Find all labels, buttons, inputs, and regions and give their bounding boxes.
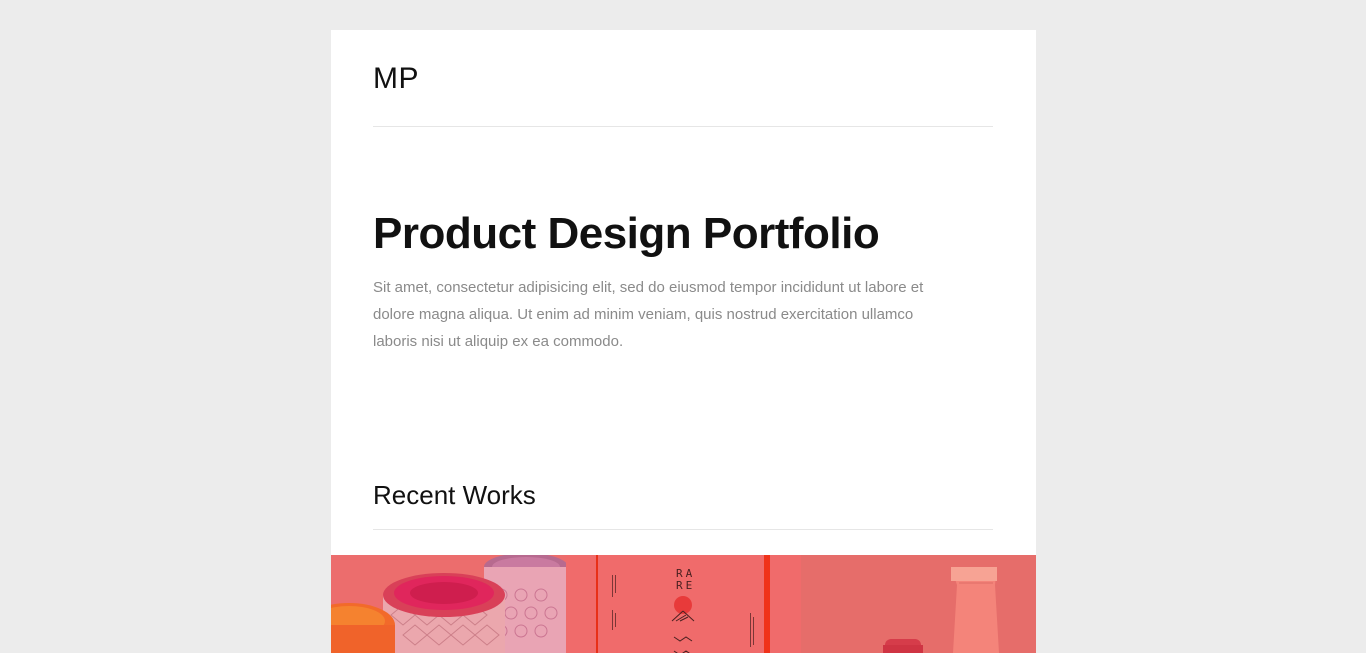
work-bottle-packaging[interactable]	[801, 555, 1036, 653]
hero-description: Sit amet, consectetur adipisicing elit, …	[373, 279, 924, 350]
work-rare-poster[interactable]: RA RE	[566, 555, 801, 653]
work-packaging-cans[interactable]	[331, 555, 566, 653]
rare-poster-image: RA RE	[566, 555, 801, 653]
poster-text-re: RE	[676, 579, 695, 592]
site-logo[interactable]: MP	[373, 61, 419, 97]
cans-image	[331, 555, 566, 653]
hero-title: Product Design Portfolio	[373, 209, 880, 258]
portfolio-page: MP Product Design Portfolio Sit amet, co…	[331, 30, 1036, 653]
section-divider	[373, 529, 993, 530]
site-header: MP	[373, 30, 993, 127]
bottle-image	[801, 555, 1036, 653]
recent-works-title: Recent Works	[373, 480, 536, 510]
recent-works-grid: RA RE	[331, 555, 1036, 653]
